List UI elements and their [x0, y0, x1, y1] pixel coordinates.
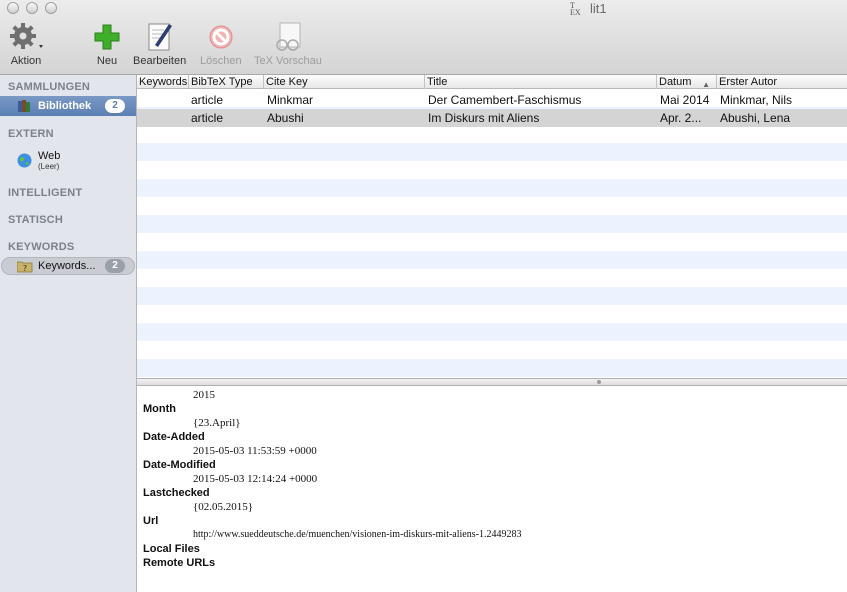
column-header-bibtex-type[interactable]: BibTeX Type [189, 75, 264, 89]
tex-preview-icon [271, 20, 305, 54]
table-row[interactable]: article Minkmar Der Camembert-Faschismus… [137, 91, 847, 109]
keyword-folder-icon: ? [17, 260, 33, 273]
edit-button[interactable]: Bearbeiten [133, 20, 186, 67]
cell-cite-key: Abushi [267, 111, 304, 125]
month-field-label: Month [143, 403, 176, 415]
date-added-value: 2015-05-03 11:53:59 +0000 [193, 445, 317, 457]
edit-document-icon [145, 20, 175, 54]
minimize-window-button[interactable] [26, 2, 38, 14]
table-row-selected[interactable]: article Abushi Im Diskurs mit Aliens Apr… [137, 109, 847, 127]
cell-bibtex-type: article [191, 93, 224, 107]
column-header-first-author[interactable]: Erster Autor [717, 75, 847, 89]
edit-label: Bearbeiten [133, 55, 187, 67]
section-keywords: KEYWORDS [8, 241, 75, 253]
cell-cite-key: Minkmar [267, 93, 314, 107]
new-label: Neu [96, 55, 118, 67]
keywords-label: Keywords... [38, 260, 96, 272]
close-window-button[interactable] [7, 2, 19, 14]
library-label: Bibliothek [38, 100, 92, 112]
column-header-keywords[interactable]: Keywords [137, 75, 189, 89]
url-field-label: Url [143, 515, 159, 527]
month-value: {23.April} [193, 417, 241, 429]
section-static: STATISCH [8, 214, 63, 226]
date-header-label: Datum [659, 76, 692, 88]
tex-document-icon: T EX [570, 0, 581, 17]
column-header-title[interactable]: Title [425, 75, 657, 89]
library-count-badge: 2 [105, 99, 125, 113]
svg-text:?: ? [23, 264, 27, 273]
source-list-sidebar: SAMMLUNGEN Bibliothek 2 EXTERN Web (Leer… [0, 75, 137, 592]
delete-icon [206, 20, 236, 54]
sidebar-item-web[interactable]: Web (Leer) [0, 147, 136, 173]
publications-table: Keywords BibTeX Type Cite Key Title Datu… [137, 75, 847, 378]
url-link[interactable]: http://www.sueddeutsche.de/muenchen/visi… [193, 529, 521, 540]
window-controls [7, 2, 57, 14]
section-smart: INTELLIGENT [8, 187, 83, 199]
entry-detail-pane: 2015 Month {23.April} Date-Added 2015-05… [137, 386, 847, 592]
web-status: (Leer) [38, 161, 60, 171]
lastchecked-value: {02.05.2015} [193, 501, 254, 513]
gear-icon [8, 20, 44, 54]
year-value: 2015 [193, 389, 215, 401]
local-files-field-label: Local Files [143, 543, 200, 555]
new-button[interactable]: Neu [92, 20, 122, 67]
splitter-grip-icon[interactable] [597, 380, 601, 384]
keywords-count-badge: 2 [105, 259, 125, 273]
action-label: Aktion [10, 55, 42, 67]
table-header: Keywords BibTeX Type Cite Key Title Datu… [137, 75, 847, 89]
action-menu-button[interactable]: Aktion [8, 20, 44, 67]
zoom-window-button[interactable] [45, 2, 57, 14]
cell-keywords [137, 109, 189, 127]
lastchecked-field-label: Lastchecked [143, 487, 210, 499]
cell-first-author: Minkmar, Nils [720, 93, 793, 107]
pane-splitter[interactable] [137, 378, 847, 386]
delete-button[interactable]: Löschen [200, 20, 242, 67]
cell-date: Apr. 2... [660, 111, 702, 125]
sort-ascending-icon: ▲ [702, 80, 710, 89]
tex-preview-label: TeX Vorschau [254, 55, 322, 67]
delete-label: Löschen [200, 55, 242, 67]
cell-bibtex-type: article [191, 111, 224, 125]
column-header-cite-key[interactable]: Cite Key [264, 75, 425, 89]
window-toolbar: T EX lit1 Aktion Neu Bearbeiten Löschen … [0, 0, 847, 75]
date-modified-value: 2015-05-03 12:14:24 +0000 [193, 473, 318, 485]
date-modified-field-label: Date-Modified [143, 459, 216, 471]
date-added-field-label: Date-Added [143, 431, 205, 443]
cell-title: Im Diskurs mit Aliens [428, 111, 540, 125]
remote-urls-field-label: Remote URLs [143, 557, 216, 569]
sidebar-item-keywords[interactable]: ? Keywords... 2 [1, 257, 135, 275]
plus-icon [92, 20, 122, 54]
tex-preview-button[interactable]: TeX Vorschau [254, 20, 322, 67]
window-title-area: T EX lit1 [570, 1, 607, 16]
globe-icon [17, 153, 32, 168]
cell-date: Mai 2014 [660, 93, 710, 107]
library-icon [17, 99, 31, 113]
cell-keywords [137, 91, 189, 109]
cell-title: Der Camembert-Faschismus [428, 93, 582, 107]
section-external: EXTERN [8, 128, 54, 140]
sidebar-item-library[interactable]: Bibliothek 2 [0, 96, 136, 116]
column-header-date[interactable]: Datum ▲ [657, 75, 717, 89]
cell-first-author: Abushi, Lena [720, 111, 791, 125]
web-label: Web [38, 149, 61, 162]
section-collections: SAMMLUNGEN [8, 81, 91, 93]
window-title: lit1 [590, 1, 607, 16]
